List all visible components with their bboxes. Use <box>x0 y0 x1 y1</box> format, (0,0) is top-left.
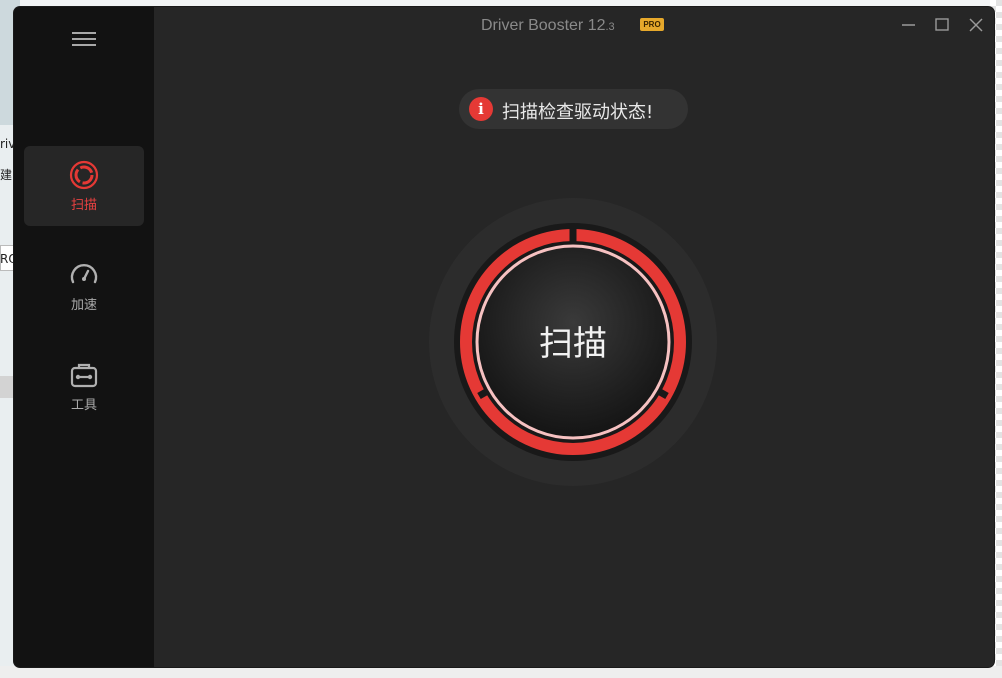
sidebar-item-label: 工具 <box>70 398 97 413</box>
status-message: i 扫描检查驱动状态! <box>459 89 688 129</box>
scan-button[interactable] <box>453 222 693 462</box>
info-icon: i <box>469 97 493 121</box>
sidebar-item-label: 加速 <box>70 298 97 313</box>
driver-booster-window: 扫描 加速 工具 Driver Booster 12.3 PRO i 扫描检查驱… <box>14 7 994 667</box>
hamburger-menu-icon[interactable] <box>70 27 98 51</box>
background-text-fragment: 建 <box>0 168 13 182</box>
speedometer-icon <box>70 264 98 284</box>
main-area: Driver Booster 12.3 PRO i 扫描检查驱动状态! 扫描 <box>154 7 994 667</box>
pro-badge: PRO <box>640 18 664 31</box>
sidebar-item-tools[interactable]: 工具 <box>24 346 144 426</box>
maximize-icon[interactable] <box>925 13 959 37</box>
app-version: .3 <box>605 21 615 33</box>
scan-icon <box>69 160 99 190</box>
app-title: Driver Booster 12.3 <box>481 17 615 35</box>
sidebar-item-label: 扫描 <box>70 198 97 213</box>
toolbox-icon <box>70 363 98 388</box>
close-icon[interactable] <box>959 13 993 37</box>
minimize-icon[interactable] <box>891 13 925 37</box>
app-title-text: Driver Booster 12 <box>481 17 606 34</box>
sidebar: 扫描 加速 工具 <box>14 7 154 667</box>
status-text: 扫描检查驱动状态! <box>502 102 654 123</box>
sidebar-item-speedup[interactable]: 加速 <box>24 246 144 326</box>
background-taskbar-fragment <box>0 666 1002 678</box>
sidebar-item-scan[interactable]: 扫描 <box>24 146 144 226</box>
